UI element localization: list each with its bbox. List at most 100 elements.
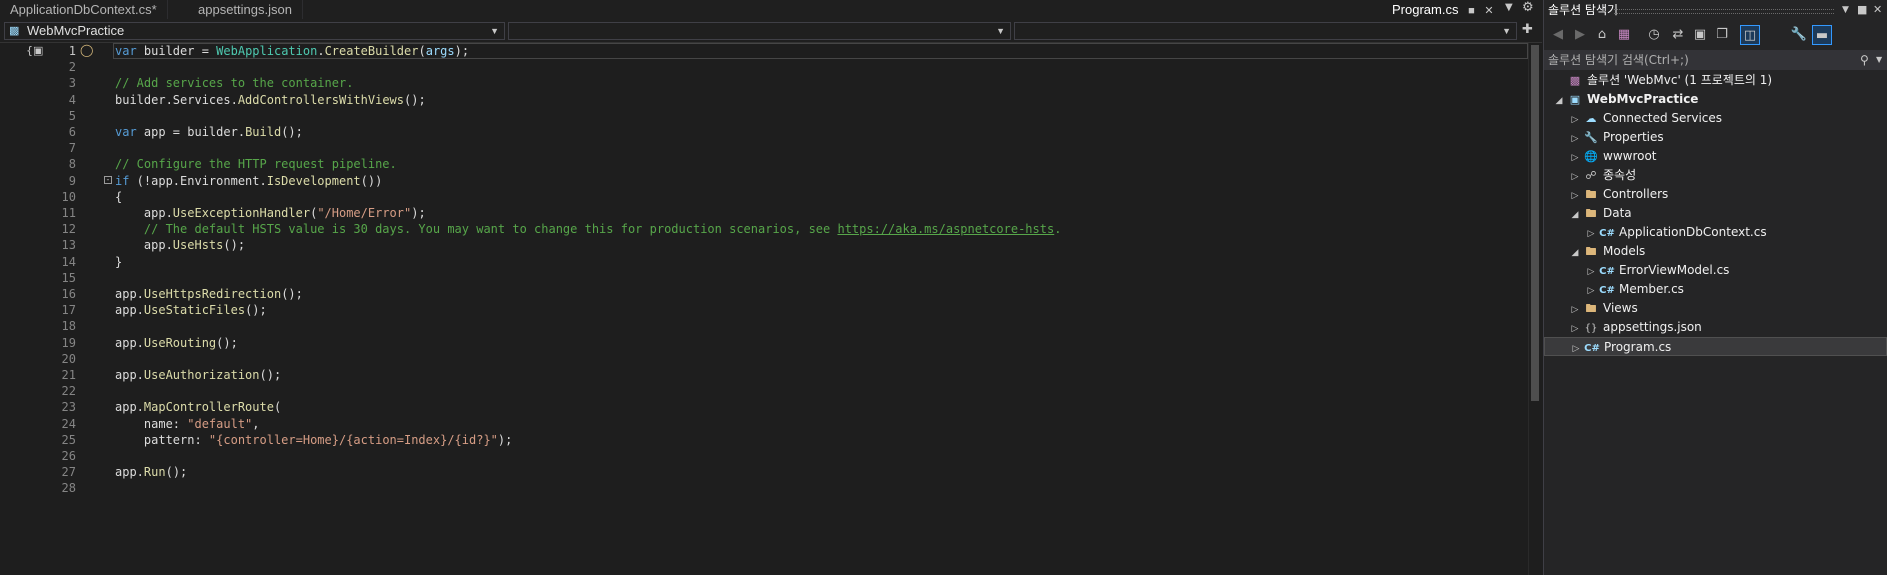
properties-wrench-icon[interactable]: 🔧 [1789, 25, 1809, 45]
tree-item[interactable]: ▷ ☁ Connected Services [1568, 109, 1723, 128]
line-number: 28 [61, 481, 76, 496]
code-line[interactable]: var builder = WebApplication.CreateBuild… [115, 43, 469, 59]
project-dropdown[interactable]: ▩ WebMvcPractice ▼ [4, 22, 505, 40]
line-number: 7 [68, 141, 76, 156]
code-line-text: // Add services to the container. [115, 76, 354, 91]
project-dropdown-label: WebMvcPractice [27, 23, 125, 38]
chevron-down-icon[interactable]: ▼ [1876, 50, 1882, 70]
tree-item[interactable]: ▷ 🌐 wwwroot [1568, 147, 1657, 166]
type-dropdown[interactable]: ▼ [508, 22, 1011, 40]
back-icon[interactable]: ◀ [1548, 25, 1568, 45]
code-line[interactable]: name: "default", [115, 416, 260, 432]
code-line[interactable]: // Configure the HTTP request pipeline. [115, 156, 397, 172]
tab-list-dropdown-icon[interactable]: ▼ [1505, 2, 1513, 13]
tree-item[interactable]: ◢ 🖿 Models [1568, 242, 1646, 263]
expand-arrow-icon[interactable]: ◢ [1552, 92, 1566, 111]
lightbulb-icon[interactable]: ◯ [80, 43, 93, 57]
line-number: 25 [61, 432, 76, 447]
tree-item[interactable]: ▩ 솔루션 'WebMvc' (1 프로젝트의 1) [1552, 71, 1772, 90]
pending-changes-icon[interactable]: ◷ [1644, 25, 1664, 45]
tab-label: Program.cs [1392, 2, 1459, 17]
tree-item[interactable]: ▷ ☍ 종속성 [1568, 166, 1637, 185]
search-icon[interactable]: ⚲ [1860, 50, 1869, 70]
code-line[interactable]: app.UseStaticFiles(); [115, 302, 267, 318]
member-dropdown[interactable]: ▼ [1014, 22, 1517, 40]
line-number: 16 [61, 287, 76, 301]
tree-item[interactable]: ▷{} appsettings.json [1568, 318, 1702, 337]
split-editor-icon[interactable]: ✚ [1522, 22, 1533, 37]
json-file-icon: {} [1584, 323, 1598, 334]
tree-item[interactable]: ▷ 🔧 Properties [1568, 128, 1664, 147]
code-line[interactable]: if (!app.Environment.IsDevelopment()) [115, 173, 382, 189]
collapse-toggle-icon[interactable]: - [104, 176, 112, 184]
line-number: 26 [61, 449, 76, 463]
code-line[interactable]: // The default HSTS value is 30 days. Yo… [115, 221, 1062, 237]
line-number: 9 [68, 173, 76, 188]
navigation-bar: ▩ WebMvcPractice ▼ ▼ ▼ ✚ [0, 20, 1542, 43]
title-grip [1614, 9, 1834, 14]
pin-icon[interactable]: ■ [1468, 2, 1475, 21]
tab-appsettings[interactable]: appsettings.json [188, 0, 303, 19]
tab-program[interactable]: Program.cs ■ ✕ [1382, 0, 1504, 19]
preview-selected-icon[interactable]: ◫ [1740, 25, 1760, 45]
sync-icon[interactable]: ⇄ [1668, 25, 1688, 45]
code-line[interactable]: app.Run(); [115, 464, 187, 480]
tab-applicationdbcontext[interactable]: ApplicationDbContext.cs* [0, 0, 168, 19]
code-line[interactable]: pattern: "{controller=Home}/{action=Inde… [115, 432, 512, 448]
code-line[interactable]: app.UseAuthorization(); [115, 367, 281, 383]
line-number: 15 [61, 270, 76, 285]
active-document-icon[interactable]: ▬ [1812, 25, 1832, 45]
expand-arrow-icon[interactable]: ◢ [1568, 206, 1582, 225]
code-line[interactable]: app.UseHsts(); [115, 237, 245, 253]
tree-item-label: appsettings.json [1603, 320, 1702, 334]
tree-item[interactable]: ▷ 🖿 Controllers [1568, 185, 1669, 204]
code-line-text: app.UseStaticFiles(); [115, 303, 267, 318]
hsts-link[interactable]: https://aka.ms/aspnetcore-hsts [837, 222, 1054, 236]
code-line-text: app.UseHttpsRedirection(); [115, 287, 303, 301]
scrollbar-thumb[interactable] [1531, 45, 1539, 401]
code-line-text: app.Run(); [115, 465, 188, 480]
line-number-gutter: {▣ ◯ 1 2 3 4 5 6 7 8 9 10 11 12 13 14 15 16 17 18 19 20 21 22… [0, 43, 112, 575]
tree-item[interactable]: ▷ C# ApplicationDbContext.cs [1584, 223, 1767, 242]
expand-arrow-icon[interactable]: ▷ [1569, 340, 1583, 359]
folder-icon: 🖿 [1585, 302, 1597, 315]
close-icon[interactable]: ✕ [1873, 0, 1882, 20]
code-line[interactable]: { [115, 189, 122, 205]
line-number: 11 [61, 206, 76, 220]
line-number: 10 [61, 189, 76, 204]
show-all-files-icon[interactable]: ❐ [1712, 25, 1732, 45]
code-line[interactable]: var app = builder.Build(); [115, 124, 303, 140]
code-line[interactable]: } [115, 254, 122, 270]
tree-item[interactable]: ▷ 🖿 Views [1568, 299, 1638, 318]
home-icon[interactable]: ⌂ [1592, 25, 1612, 45]
expand-arrow-icon[interactable]: ◢ [1568, 244, 1582, 263]
tree-item[interactable]: ▷ C# Member.cs [1584, 280, 1684, 299]
tree-item[interactable]: ▷ C# ErrorViewModel.cs [1584, 261, 1730, 280]
pin-icon[interactable]: ■ [1857, 0, 1867, 20]
code-line[interactable]: builder.Services.AddControllersWithViews… [115, 92, 426, 108]
project-icon: ▣ [1569, 93, 1581, 106]
project-icon: ▩ [9, 25, 20, 37]
collapse-all-icon[interactable]: ▣ [1690, 25, 1710, 45]
forward-icon[interactable]: ▶ [1570, 25, 1590, 45]
solution-search-input[interactable]: 솔루션 탐색기 검색(Ctrl+;) ⚲ ▼ [1544, 50, 1887, 70]
csharp-file-icon: C# [1599, 228, 1615, 239]
code-line[interactable]: app.UseRouting(); [115, 335, 238, 351]
tree-item[interactable]: ◢ ▣ WebMvcPractice [1552, 90, 1699, 111]
code-editor[interactable]: {▣ ◯ 1 2 3 4 5 6 7 8 9 10 11 12 13 14 15 16 17 18 19 20 21 22… [0, 43, 1543, 575]
close-icon[interactable]: ✕ [1484, 2, 1493, 21]
gear-icon[interactable]: ⚙ [1522, 0, 1534, 15]
code-line[interactable]: // Add services to the container. [115, 75, 353, 91]
code-line[interactable]: app.MapControllerRoute( [115, 399, 281, 415]
panel-options-icon[interactable]: ▼ [1842, 0, 1849, 20]
line-number: 1 [68, 44, 76, 58]
csharp-file-icon: C# [1599, 266, 1615, 277]
tree-item-label: WebMvcPractice [1587, 92, 1699, 106]
code-line[interactable]: app.UseExceptionHandler("/Home/Error"); [115, 205, 426, 221]
tree-item[interactable]: ◢ 🖿 Data [1568, 204, 1632, 223]
tree-item-label: Properties [1603, 130, 1664, 144]
line-number: 5 [68, 108, 76, 123]
tree-item[interactable]: ▷ C# Program.cs [1544, 337, 1887, 356]
code-line[interactable]: app.UseHttpsRedirection(); [115, 286, 303, 302]
switch-views-icon[interactable]: ▦ [1614, 25, 1634, 45]
